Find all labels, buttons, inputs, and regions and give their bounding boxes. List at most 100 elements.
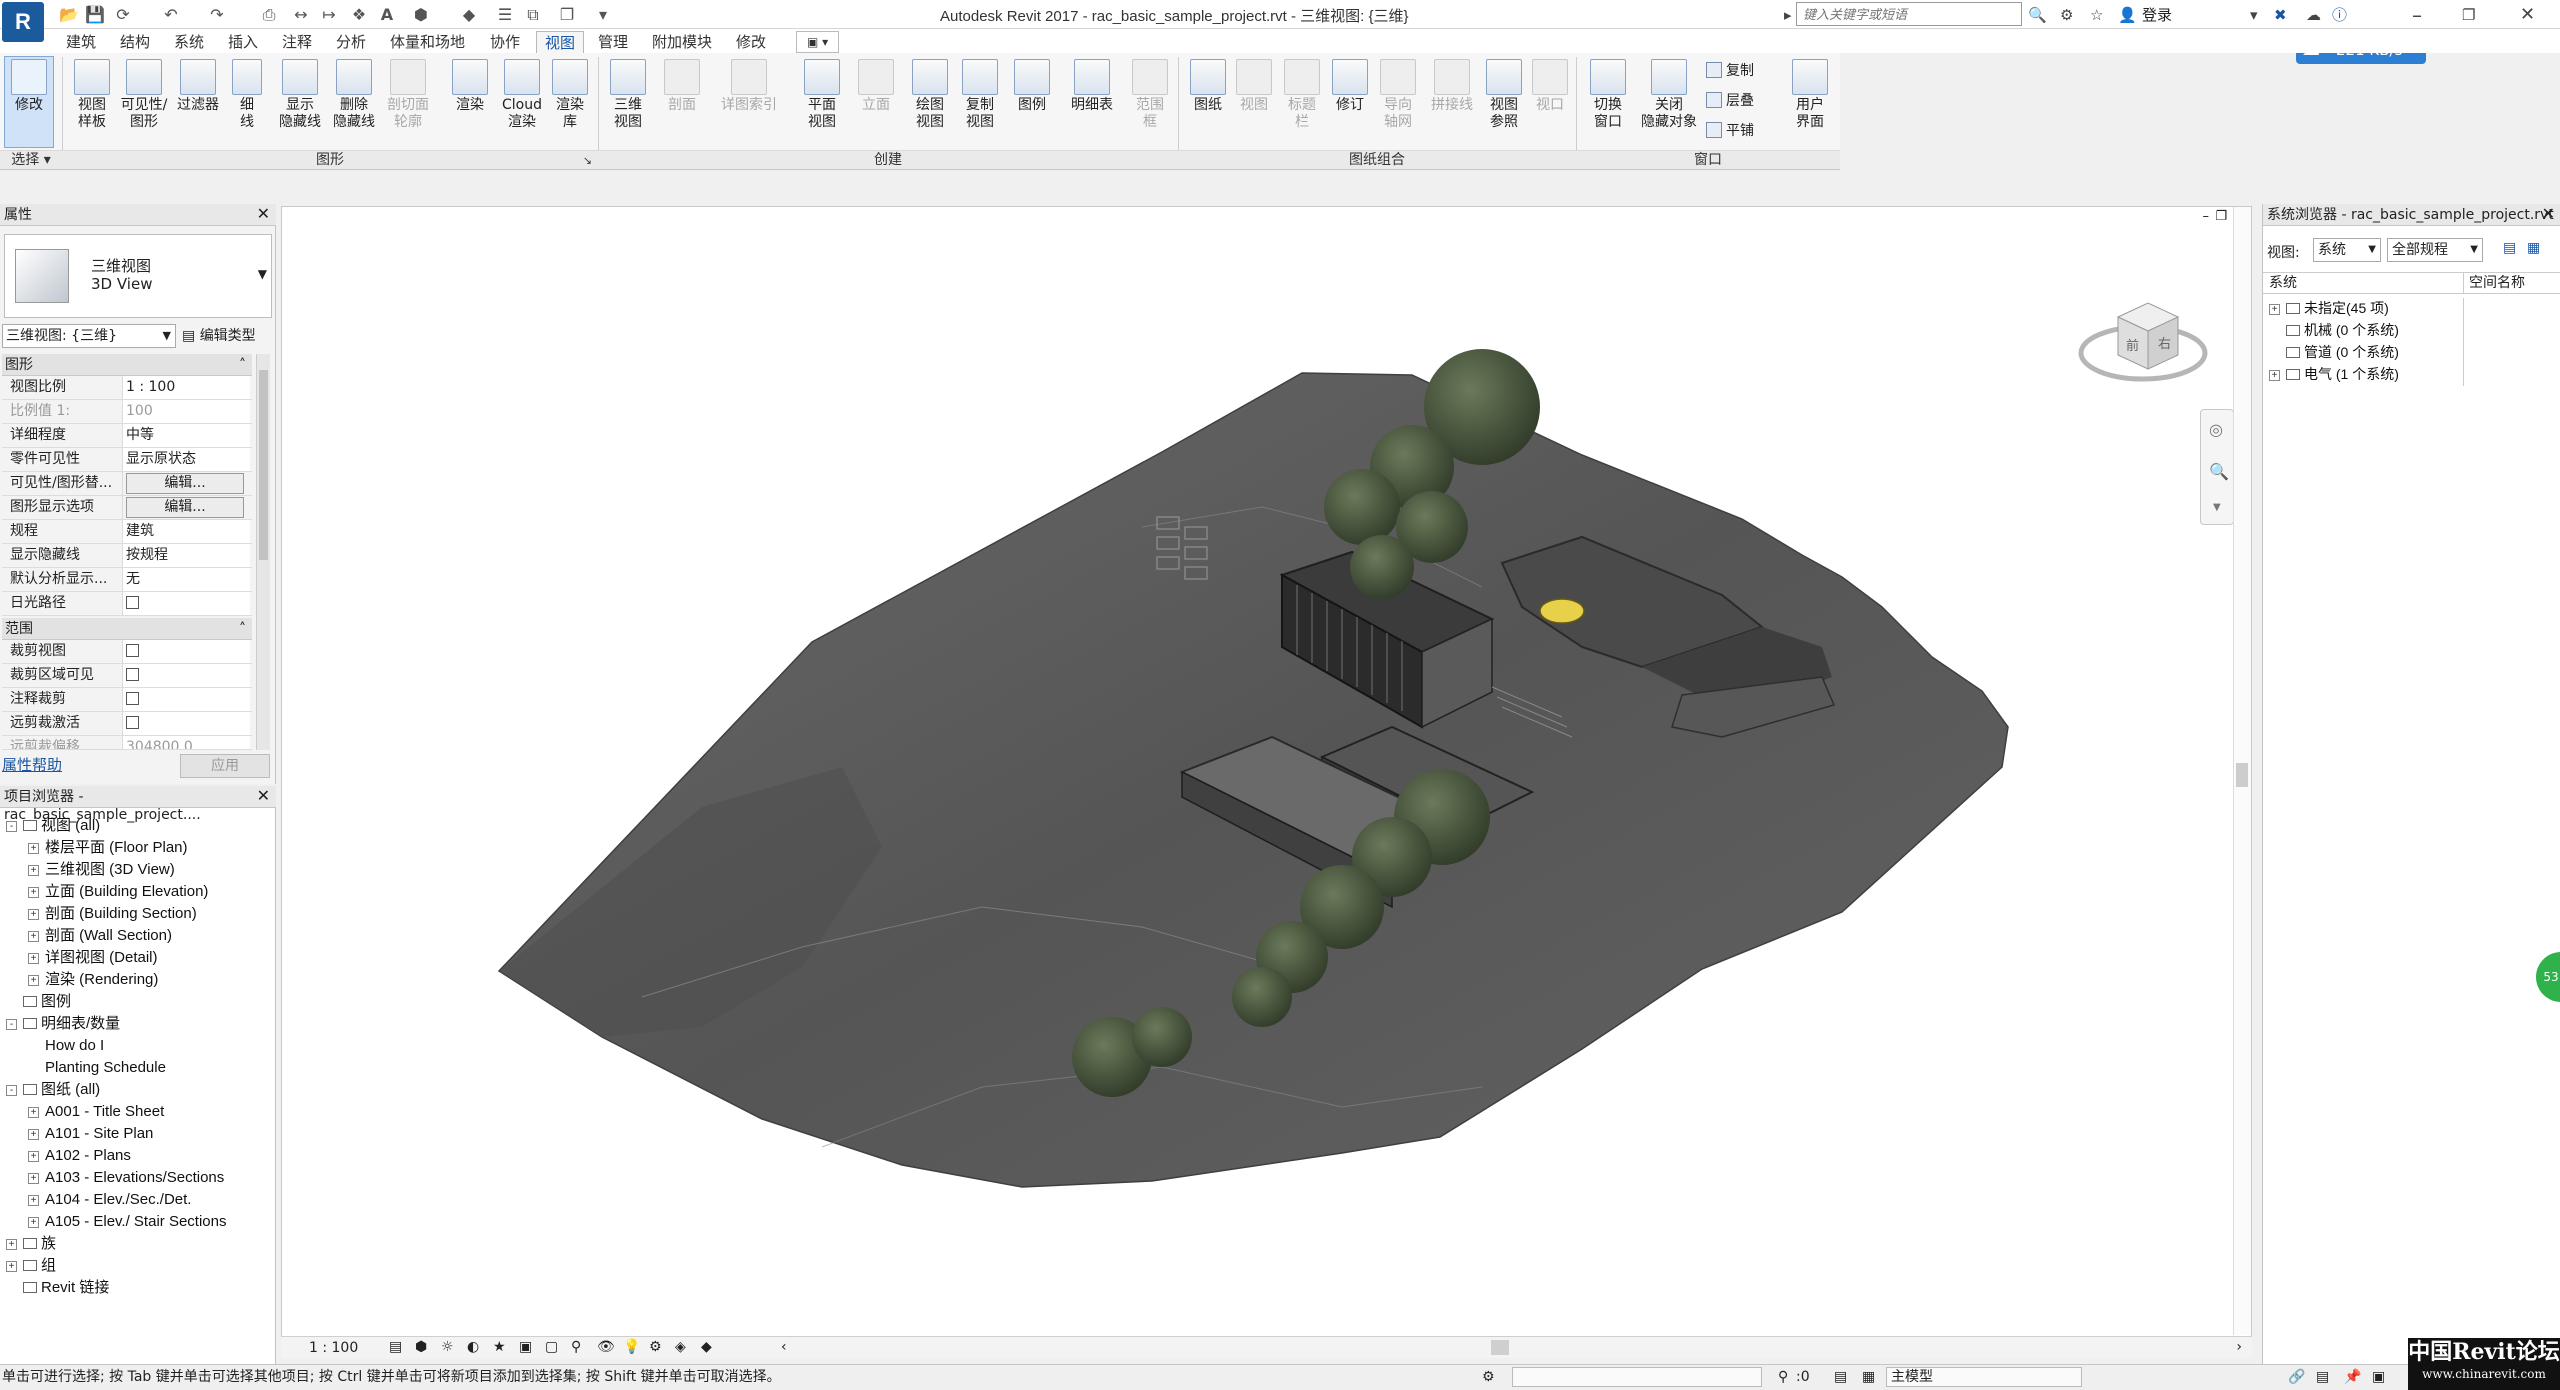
- annotation-crop-checkbox[interactable]: [126, 692, 139, 705]
- close-window-icon[interactable]: ✕: [2520, 4, 2535, 26]
- plan-views-button[interactable]: 平面 视图: [796, 57, 848, 147]
- tree-item[interactable]: + A102 - Plans: [28, 1146, 131, 1166]
- tree-item[interactable]: How do I: [28, 1036, 104, 1056]
- tab-massing-site[interactable]: 体量和场地: [382, 31, 473, 53]
- sun-path-checkbox[interactable]: [126, 596, 139, 609]
- visibility-graphics-button[interactable]: 可见性/ 图形: [118, 57, 170, 147]
- tree-item[interactable]: Planting Schedule: [28, 1058, 166, 1078]
- autofit-columns-icon[interactable]: ▦: [2527, 240, 2540, 256]
- redo-icon[interactable]: ↷: [206, 4, 228, 26]
- prop-parts-visibility[interactable]: 零件可见性 显示原状态: [2, 448, 252, 472]
- expand-icon[interactable]: +: [6, 1239, 17, 1250]
- tree-item[interactable]: + A105 - Elev./ Stair Sections: [28, 1212, 226, 1232]
- tab-structure[interactable]: 结构: [112, 31, 158, 53]
- dimension-icon[interactable]: ↦: [318, 4, 340, 26]
- expand-icon[interactable]: +: [28, 975, 39, 986]
- chevron-down-icon[interactable]: ▼: [258, 267, 267, 281]
- column-system[interactable]: 系统: [2269, 273, 2297, 293]
- tab-annotate[interactable]: 注释: [274, 31, 320, 53]
- tag-icon[interactable]: ❖: [348, 4, 370, 26]
- section-button[interactable]: 剖面: [656, 57, 708, 147]
- far-clip-checkbox[interactable]: [126, 716, 139, 729]
- revisions-button[interactable]: 修订: [1324, 57, 1376, 147]
- expand-icon[interactable]: +: [2269, 370, 2280, 381]
- viewports-button[interactable]: 视口: [1524, 57, 1576, 147]
- application-menu-button[interactable]: R: [2, 2, 44, 42]
- tree-item[interactable]: - 明细表/数量: [6, 1014, 120, 1034]
- measure-icon[interactable]: ↔: [290, 4, 312, 26]
- switch-windows-icon[interactable]: ❐: [556, 4, 578, 26]
- column-space-name[interactable]: 空间名称: [2469, 273, 2525, 293]
- schedules-button[interactable]: 明细表: [1062, 57, 1122, 147]
- tab-modify[interactable]: 修改: [728, 31, 774, 53]
- login-button[interactable]: 登录: [2142, 4, 2172, 26]
- title-block-button[interactable]: 标题 栏: [1276, 57, 1328, 147]
- scroll-right-icon[interactable]: ›: [2236, 1337, 2242, 1357]
- view-minimize-icon[interactable]: –: [2203, 209, 2210, 224]
- favorites-star-icon[interactable]: ☆: [2090, 4, 2103, 26]
- minimize-icon[interactable]: –: [2412, 4, 2422, 26]
- temporary-properties-icon[interactable]: ⚙: [649, 1337, 662, 1357]
- expand-icon[interactable]: +: [28, 865, 39, 876]
- tab-view[interactable]: 视图: [536, 31, 585, 53]
- cut-profile-button[interactable]: 剖切面 轮廓: [382, 57, 434, 147]
- expand-icon[interactable]: +: [28, 931, 39, 942]
- a360-icon[interactable]: ☁: [2306, 4, 2321, 26]
- default-3d-view-icon[interactable]: ⬢: [410, 4, 432, 26]
- close-icon[interactable]: ✕: [257, 205, 270, 223]
- view-select[interactable]: 系统 ▼: [2313, 238, 2381, 262]
- cloud-render-button[interactable]: Cloud 渲染: [496, 57, 548, 147]
- maximize-icon[interactable]: ❐: [2462, 4, 2475, 26]
- tab-architecture[interactable]: 建筑: [58, 31, 104, 53]
- expand-icon[interactable]: +: [28, 953, 39, 964]
- switch-windows-button[interactable]: 切换 窗口: [1582, 57, 1634, 147]
- callout-button[interactable]: 详图索引: [712, 57, 786, 147]
- graphics-panel-label[interactable]: 图形 ↘: [62, 150, 598, 169]
- system-tree-item[interactable]: + 电气 (1 个系统): [2269, 364, 2399, 384]
- expand-icon[interactable]: +: [28, 1151, 39, 1162]
- steering-wheel-icon[interactable]: ◎: [2209, 420, 2223, 439]
- exchange-apps-icon[interactable]: ✖: [2274, 4, 2287, 26]
- show-hidden-lines-button[interactable]: 显示 隐藏线: [274, 57, 326, 147]
- tree-item[interactable]: 图例: [6, 992, 71, 1012]
- scrollbar-thumb[interactable]: [2236, 763, 2248, 787]
- sheet-button[interactable]: 图纸: [1182, 57, 1234, 147]
- viewcube-right-label[interactable]: 右: [2158, 333, 2171, 352]
- thin-lines-icon[interactable]: ☰: [494, 4, 516, 26]
- editing-requests-icon[interactable]: ▤: [1834, 1365, 1847, 1389]
- show-crop-region-icon[interactable]: ▢: [545, 1337, 558, 1357]
- viewcube-front-label[interactable]: 前: [2126, 335, 2139, 354]
- tree-item[interactable]: + 渲染 (Rendering): [28, 970, 158, 990]
- view-templates-button[interactable]: 视图 样板: [66, 57, 118, 147]
- tree-item[interactable]: + 族: [6, 1234, 56, 1254]
- select-by-face-icon[interactable]: ▣: [2372, 1365, 2385, 1389]
- lock-view-icon[interactable]: ⚲: [571, 1337, 581, 1357]
- tree-item[interactable]: + 组: [6, 1256, 56, 1276]
- expand-icon[interactable]: +: [28, 1107, 39, 1118]
- system-tree-item[interactable]: + 未指定(45 项): [2269, 298, 2389, 318]
- prop-default-analysis-display[interactable]: 默认分析显示... 无: [2, 568, 252, 592]
- visual-style-icon[interactable]: ⬢: [415, 1337, 427, 1357]
- tree-item[interactable]: + 楼层平面 (Floor Plan): [28, 838, 188, 858]
- prop-group-graphics[interactable]: 图形 ˄: [2, 354, 252, 376]
- legends-button[interactable]: 图例: [1006, 57, 1058, 147]
- design-option-icon[interactable]: ▦: [1862, 1365, 1875, 1389]
- tab-insert[interactable]: 插入: [220, 31, 266, 53]
- tree-item[interactable]: + A104 - Elev./Sec./Det.: [28, 1190, 191, 1210]
- view-scale[interactable]: 1 : 100: [309, 1338, 358, 1358]
- instance-selector[interactable]: 三维视图: {三维} ▼: [2, 324, 176, 348]
- sync-icon[interactable]: ⟳: [112, 4, 134, 26]
- scrollbar-thumb[interactable]: [259, 370, 268, 560]
- elevation-button[interactable]: 立面: [850, 57, 902, 147]
- matchline-button[interactable]: 拼接线: [1424, 57, 1480, 147]
- ribbon-minimize-toggle-icon[interactable]: ▣ ▾: [796, 31, 840, 53]
- view-reference-button[interactable]: 视图 参照: [1478, 57, 1530, 147]
- edit-visibility-button[interactable]: 编辑...: [126, 473, 244, 494]
- nav-dropdown-icon[interactable]: ▼: [2213, 502, 2221, 513]
- tree-item[interactable]: Revit 链接: [6, 1278, 109, 1298]
- system-tree-item[interactable]: +机械 (0 个系统): [2269, 320, 2399, 340]
- text-icon[interactable]: A: [376, 4, 398, 26]
- search-expand-icon[interactable]: ▸: [1784, 4, 1792, 26]
- tab-collaborate[interactable]: 协作: [482, 31, 528, 53]
- guide-grid-button[interactable]: 导向 轴网: [1372, 57, 1424, 147]
